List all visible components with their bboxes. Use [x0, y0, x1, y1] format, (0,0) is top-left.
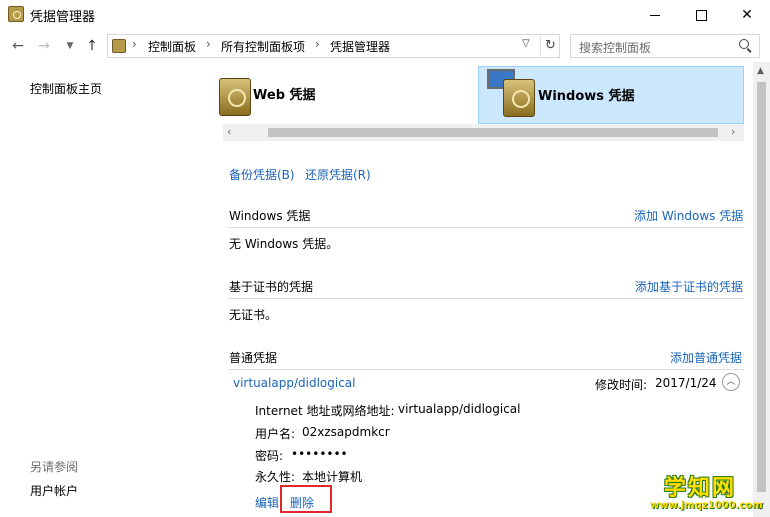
tab-web-label: Web 凭据: [253, 88, 316, 103]
add-generic-credential-link[interactable]: 添加普通凭据: [670, 349, 742, 366]
restore-credentials-link[interactable]: 还原凭据(R): [305, 166, 371, 183]
search-input[interactable]: 搜索控制面板: [570, 34, 760, 58]
credential-manager-icon: [8, 6, 24, 22]
delete-highlight-box: [280, 485, 332, 513]
windows-vault-icon: [503, 79, 535, 117]
up-arrow-icon[interactable]: ↑: [84, 38, 100, 54]
tab-windows-credentials[interactable]: Windows 凭据: [478, 66, 744, 124]
scroll-up-icon[interactable]: ▲: [757, 66, 764, 76]
modified-date: 2017/1/24: [655, 376, 717, 390]
minimize-button[interactable]: [632, 0, 678, 30]
divider: [229, 369, 744, 370]
divider: [229, 298, 744, 299]
left-navigation: 控制面板主页 另请参阅 用户帐户: [0, 62, 218, 517]
watermark-url: www.jmqz1000.com: [650, 500, 763, 511]
breadcrumb-control-panel[interactable]: 控制面板: [148, 38, 196, 55]
chevron-down-icon[interactable]: ▽: [522, 38, 530, 49]
title-bar: 凭据管理器 ✕: [0, 0, 770, 30]
modified-label: 修改时间:: [595, 378, 648, 392]
persistence-value: 本地计算机: [302, 470, 363, 484]
address-label: Internet 地址或网络地址:: [255, 404, 395, 418]
address-value: virtualapp/didlogical: [398, 402, 521, 416]
add-windows-credential-link[interactable]: 添加 Windows 凭据: [634, 207, 743, 224]
breadcrumb-credential-manager[interactable]: 凭据管理器: [330, 38, 390, 55]
chevron-right-icon[interactable]: ›: [132, 37, 137, 51]
divider: [229, 227, 744, 228]
scroll-right-icon[interactable]: ›: [731, 125, 735, 138]
user-accounts-link[interactable]: 用户帐户: [30, 482, 78, 499]
maximize-button[interactable]: [678, 0, 724, 30]
watermark: 学知网 www.jmqz1000.com: [640, 470, 768, 516]
vertical-scrollbar[interactable]: ▲ ▼: [753, 62, 770, 517]
watermark-logo: 学知网: [664, 476, 737, 501]
main-content: Web 凭据 Windows 凭据 ‹ › 备份凭据(B) 还原凭据(R) Wi…: [219, 62, 753, 517]
back-arrow-icon[interactable]: ←: [10, 38, 26, 54]
windows-empty-text: 无 Windows 凭据。: [229, 237, 339, 251]
scroll-thumb[interactable]: [757, 82, 766, 492]
cert-empty-text: 无证书。: [229, 308, 278, 322]
scroll-left-icon[interactable]: ‹: [227, 125, 231, 138]
edit-link[interactable]: 编辑: [255, 494, 279, 511]
web-vault-icon: [219, 78, 251, 116]
chevron-right-icon[interactable]: ›: [315, 37, 320, 51]
forward-arrow-icon[interactable]: →: [36, 38, 52, 54]
cert-credentials-heading: 基于证书的凭据: [229, 280, 314, 294]
navigation-bar: ← → ▼ ↑ › 控制面板 › 所有控制面板项 › 凭据管理器 ▽ ↻ 搜索控…: [0, 30, 770, 62]
collapse-chevron-icon[interactable]: ︿: [722, 373, 740, 391]
generic-credentials-heading: 普通凭据: [229, 351, 278, 365]
see-also-heading: 另请参阅: [30, 460, 79, 474]
horizontal-scrollbar[interactable]: ‹ ›: [223, 124, 744, 141]
backup-credentials-link[interactable]: 备份凭据(B): [229, 166, 295, 183]
scroll-thumb[interactable]: [268, 128, 718, 137]
chevron-right-icon[interactable]: ›: [206, 37, 211, 51]
password-label: 密码:: [255, 449, 284, 463]
tab-web-credentials[interactable]: Web 凭据: [219, 66, 478, 124]
control-panel-home-link[interactable]: 控制面板主页: [30, 80, 102, 97]
windows-credentials-heading: Windows 凭据: [229, 209, 311, 223]
window-title: 凭据管理器: [30, 10, 96, 25]
user-value: 02xzsapdmkcr: [302, 425, 390, 439]
control-panel-icon: [112, 39, 126, 53]
user-label: 用户名:: [255, 427, 296, 441]
breadcrumb-all-items[interactable]: 所有控制面板项: [221, 38, 305, 55]
recent-locations-icon[interactable]: ▼: [62, 38, 78, 54]
persistence-label: 永久性:: [255, 470, 296, 484]
tab-windows-label: Windows 凭据: [538, 89, 635, 104]
address-bar[interactable]: › 控制面板 › 所有控制面板项 › 凭据管理器 ▽ ↻: [107, 34, 560, 58]
generic-credential-name[interactable]: virtualapp/didlogical: [233, 376, 355, 390]
search-icon[interactable]: [739, 39, 749, 49]
close-button[interactable]: ✕: [724, 0, 770, 30]
refresh-icon[interactable]: ↻: [540, 35, 560, 57]
add-cert-credential-link[interactable]: 添加基于证书的凭据: [635, 278, 743, 295]
password-value: ••••••••: [291, 447, 348, 461]
search-placeholder: 搜索控制面板: [579, 41, 652, 55]
credential-type-tabs: Web 凭据 Windows 凭据: [219, 62, 744, 126]
